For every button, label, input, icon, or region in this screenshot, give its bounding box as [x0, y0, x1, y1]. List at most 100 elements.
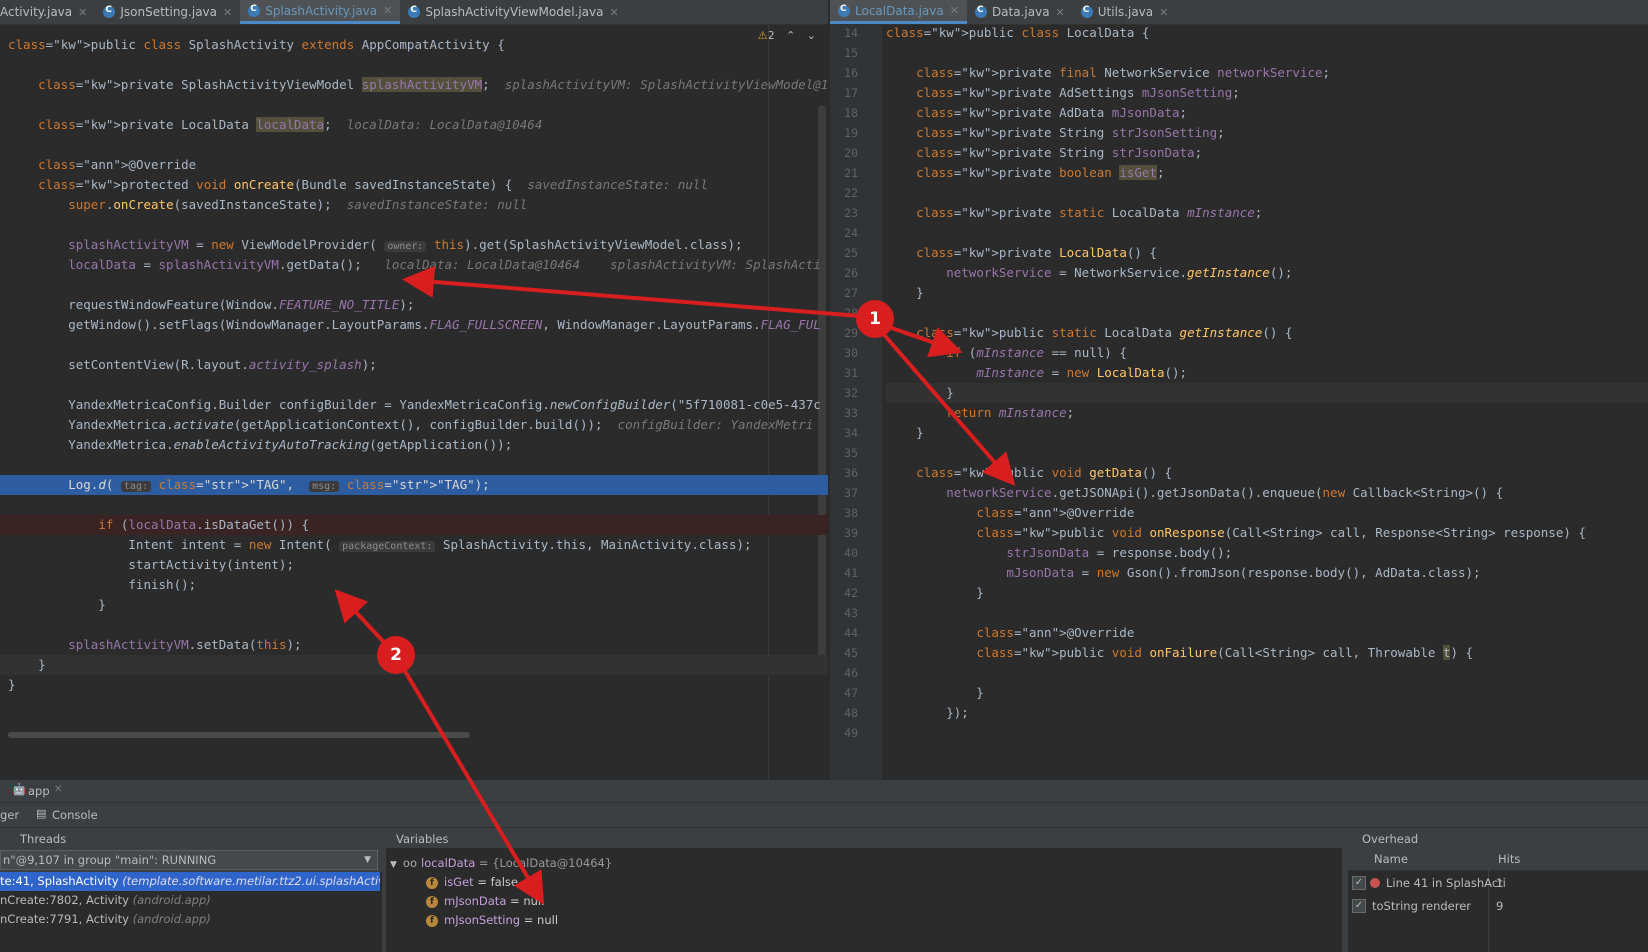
tab-jsonsetting[interactable]: JsonSetting.java ✕	[95, 0, 240, 24]
code-line[interactable]	[886, 43, 1648, 63]
close-icon[interactable]: ✕	[383, 4, 392, 17]
code-line[interactable]: }	[0, 595, 828, 615]
app-tab[interactable]: app	[28, 784, 50, 798]
code-line[interactable]: splashActivityVM = new ViewModelProvider…	[0, 235, 828, 255]
code-line[interactable]: class="kw">public class LocalData {	[886, 25, 1648, 43]
code-line[interactable]	[886, 663, 1648, 683]
code-line[interactable]: getWindow().setFlags(WindowManager.Layou…	[0, 315, 828, 335]
variable-row[interactable]: ▼ oo localData = {LocalData@10464}	[390, 854, 612, 873]
close-icon[interactable]: ✕	[609, 6, 618, 19]
code-line[interactable]: return mInstance;	[886, 403, 1648, 423]
close-icon[interactable]: ✕	[223, 6, 232, 19]
code-line[interactable]: strJsonData = response.body();	[886, 543, 1648, 563]
column-header-hits[interactable]: Hits	[1498, 852, 1520, 866]
code-line[interactable]: YandexMetrica.activate(getApplicationCon…	[0, 415, 828, 435]
code-line[interactable]: class="kw">private boolean isGet;	[886, 163, 1648, 183]
code-line[interactable]	[0, 95, 828, 115]
stack-frame[interactable]: nCreate:7791, Activity (android.app)	[0, 910, 380, 929]
code-line[interactable]	[0, 495, 828, 515]
code-line[interactable]: }	[886, 383, 1648, 403]
code-line[interactable]	[886, 603, 1648, 623]
code-line[interactable]: class="ann">@Override	[886, 503, 1648, 523]
close-icon[interactable]: ✕	[1056, 6, 1065, 19]
code-line[interactable]: class="kw">public void onFailure(Call<St…	[886, 643, 1648, 663]
code-line[interactable]: class="kw">private String strJsonData;	[886, 143, 1648, 163]
code-line[interactable]	[0, 335, 828, 355]
code-line[interactable]: }	[886, 423, 1648, 443]
variable-row[interactable]: f isGet = false	[426, 873, 518, 892]
close-icon[interactable]: ✕	[54, 784, 62, 795]
checkbox[interactable]: ✓	[1352, 899, 1366, 913]
overhead-row[interactable]: ✓ toString renderer 9	[1348, 895, 1648, 917]
variable-row[interactable]: f mJsonData = null	[426, 892, 544, 911]
code-line[interactable]	[0, 215, 828, 235]
code-line[interactable]: YandexMetricaConfig.Builder configBuilde…	[0, 395, 828, 415]
left-code-editor[interactable]: ⚠2 ⌃ ⌄ class="kw">public class SplashAct…	[0, 25, 828, 780]
checkbox[interactable]: ✓	[1352, 876, 1366, 890]
code-line[interactable]: class="kw">private AdData mJsonData;	[886, 103, 1648, 123]
code-line[interactable]: class="kw">private LocalData() {	[886, 243, 1648, 263]
code-line[interactable]: if (mInstance == null) {	[886, 343, 1648, 363]
code-line[interactable]: class="kw">private static LocalData mIns…	[886, 203, 1648, 223]
code-line[interactable]: class="kw">public void onResponse(Call<S…	[886, 523, 1648, 543]
tab-localdata[interactable]: LocalData.java ✕	[830, 0, 967, 24]
code-line[interactable]: mInstance = new LocalData();	[886, 363, 1648, 383]
code-line[interactable]: requestWindowFeature(Window.FEATURE_NO_T…	[0, 295, 828, 315]
close-icon[interactable]: ✕	[78, 6, 87, 19]
code-line[interactable]: localData = splashActivityVM.getData(); …	[0, 255, 828, 275]
code-line[interactable]: class="ann">@Override	[0, 155, 828, 175]
code-line[interactable]	[886, 443, 1648, 463]
thread-selector[interactable]: n"@9,107 in group "main": RUNNING ▼	[0, 850, 378, 870]
code-line[interactable]: }	[886, 283, 1648, 303]
code-line[interactable]: class="kw">private final NetworkService …	[886, 63, 1648, 83]
code-line[interactable]: class="kw">protected void onCreate(Bundl…	[0, 175, 828, 195]
tab-activity[interactable]: Activity.java ✕	[0, 0, 95, 24]
code-line[interactable]: }	[0, 675, 828, 695]
code-line[interactable]: class="kw">public static LocalData getIn…	[886, 323, 1648, 343]
column-header-name[interactable]: Name	[1374, 852, 1408, 866]
stack-frame[interactable]: te:41, SplashActivity (template.software…	[0, 872, 380, 891]
code-line[interactable]	[886, 723, 1648, 743]
code-line[interactable]: class="kw">private AdSettings mJsonSetti…	[886, 83, 1648, 103]
overhead-row[interactable]: ✓ Line 41 in SplashActi 1	[1348, 872, 1648, 894]
tab-splashactivityviewmodel[interactable]: SplashActivityViewModel.java ✕	[400, 0, 626, 24]
code-line[interactable]	[0, 455, 828, 475]
code-line[interactable]: }	[886, 683, 1648, 703]
code-line[interactable]: setContentView(R.layout.activity_splash)…	[0, 355, 828, 375]
code-line[interactable]	[0, 615, 828, 635]
code-line[interactable]	[0, 55, 828, 75]
code-line[interactable]: startActivity(intent);	[0, 555, 828, 575]
console-tab[interactable]: Console	[52, 808, 98, 822]
code-line[interactable]: class="kw">public void getData() {	[886, 463, 1648, 483]
code-line[interactable]: class="kw">private LocalData localData; …	[0, 115, 828, 135]
code-line[interactable]: Log.d( tag: class="str">"TAG", msg: clas…	[0, 475, 828, 495]
code-line[interactable]: finish();	[0, 575, 828, 595]
tab-data[interactable]: Data.java ✕	[967, 0, 1073, 24]
code-line[interactable]	[886, 303, 1648, 323]
code-line[interactable]	[0, 375, 828, 395]
variable-row[interactable]: f mJsonSetting = null	[426, 911, 558, 930]
code-line[interactable]: Intent intent = new Intent( packageConte…	[0, 535, 828, 555]
code-line[interactable]: class="kw">private String strJsonSetting…	[886, 123, 1648, 143]
code-line[interactable]: }	[886, 583, 1648, 603]
code-line[interactable]	[0, 135, 828, 155]
code-line[interactable]: });	[886, 703, 1648, 723]
code-line[interactable]: YandexMetrica.enableActivityAutoTracking…	[0, 435, 828, 455]
code-line[interactable]	[886, 183, 1648, 203]
stack-frame[interactable]: nCreate:7802, Activity (android.app)	[0, 891, 380, 910]
code-line[interactable]: super.onCreate(savedInstanceState); save…	[0, 195, 828, 215]
right-code-editor[interactable]: 14 class="kw">public class LocalData {15 1…	[830, 25, 1648, 780]
code-line[interactable]	[886, 223, 1648, 243]
code-line[interactable]: if (localData.isDataGet()) {	[0, 515, 828, 535]
close-icon[interactable]: ✕	[1159, 6, 1168, 19]
tab-splashactivity[interactable]: SplashActivity.java ✕	[240, 0, 401, 24]
code-line[interactable]	[0, 275, 828, 295]
tab-utils[interactable]: Utils.java ✕	[1073, 0, 1177, 24]
close-icon[interactable]: ✕	[950, 4, 959, 17]
code-line[interactable]: mJsonData = new Gson().fromJson(response…	[886, 563, 1648, 583]
code-line[interactable]: class="kw">public class SplashActivity e…	[0, 35, 828, 55]
debugger-tab[interactable]: ger	[0, 808, 19, 822]
code-line[interactable]: class="kw">private SplashActivityViewMod…	[0, 75, 828, 95]
code-line[interactable]: networkService.getJSONApi().getJsonData(…	[886, 483, 1648, 503]
horizontal-scrollbar[interactable]	[8, 732, 470, 738]
